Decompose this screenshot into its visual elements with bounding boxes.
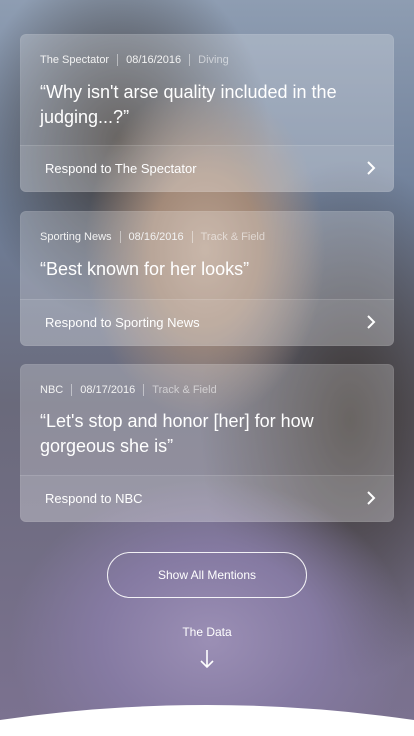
meta-divider bbox=[191, 231, 193, 243]
mention-quote: “Let's stop and honor [her] for how gorg… bbox=[40, 411, 314, 456]
mention-meta: NBC 08/17/2016 Track & Field bbox=[40, 384, 217, 396]
mention-card: The Spectator 08/16/2016 Diving “Why isn… bbox=[20, 34, 394, 192]
mention-card: Sporting News 08/16/2016 Track & Field “… bbox=[20, 211, 394, 346]
chevron-right-icon bbox=[367, 315, 376, 329]
chevron-right-icon bbox=[367, 161, 376, 175]
mention-quote: “Why isn't arse quality included in the … bbox=[40, 82, 337, 127]
the-data-link[interactable]: The Data bbox=[0, 625, 414, 639]
respond-button[interactable]: Respond to The Spectator bbox=[20, 145, 394, 192]
mention-date: 08/16/2016 bbox=[128, 231, 184, 243]
mention-date: 08/16/2016 bbox=[126, 54, 182, 66]
respond-button[interactable]: Respond to Sporting News bbox=[20, 299, 394, 346]
respond-label: Respond to The Spectator bbox=[45, 161, 197, 176]
mention-category: Track & Field bbox=[200, 231, 265, 243]
mention-category: Diving bbox=[198, 54, 229, 66]
arrow-down-icon[interactable] bbox=[198, 648, 216, 670]
chevron-right-icon bbox=[367, 491, 376, 505]
show-all-mentions-button[interactable]: Show All Mentions bbox=[107, 552, 307, 598]
meta-divider bbox=[117, 54, 119, 66]
respond-label: Respond to NBC bbox=[45, 491, 143, 506]
section-divider-curve bbox=[0, 705, 414, 736]
meta-divider bbox=[189, 54, 191, 66]
mention-meta: Sporting News 08/16/2016 Track & Field bbox=[40, 231, 265, 243]
mention-source: NBC bbox=[40, 384, 64, 396]
mention-date: 08/17/2016 bbox=[80, 384, 136, 396]
mention-source: Sporting News bbox=[40, 231, 112, 243]
mention-source: The Spectator bbox=[40, 54, 110, 66]
mention-quote: “Best known for her looks” bbox=[40, 259, 250, 279]
mention-category: Track & Field bbox=[152, 384, 217, 396]
mention-card: NBC 08/17/2016 Track & Field “Let's stop… bbox=[20, 364, 394, 522]
mention-meta: The Spectator 08/16/2016 Diving bbox=[40, 54, 229, 66]
meta-divider bbox=[71, 384, 73, 396]
respond-button[interactable]: Respond to NBC bbox=[20, 475, 394, 522]
meta-divider bbox=[119, 231, 121, 243]
respond-label: Respond to Sporting News bbox=[45, 315, 200, 330]
meta-divider bbox=[143, 384, 145, 396]
